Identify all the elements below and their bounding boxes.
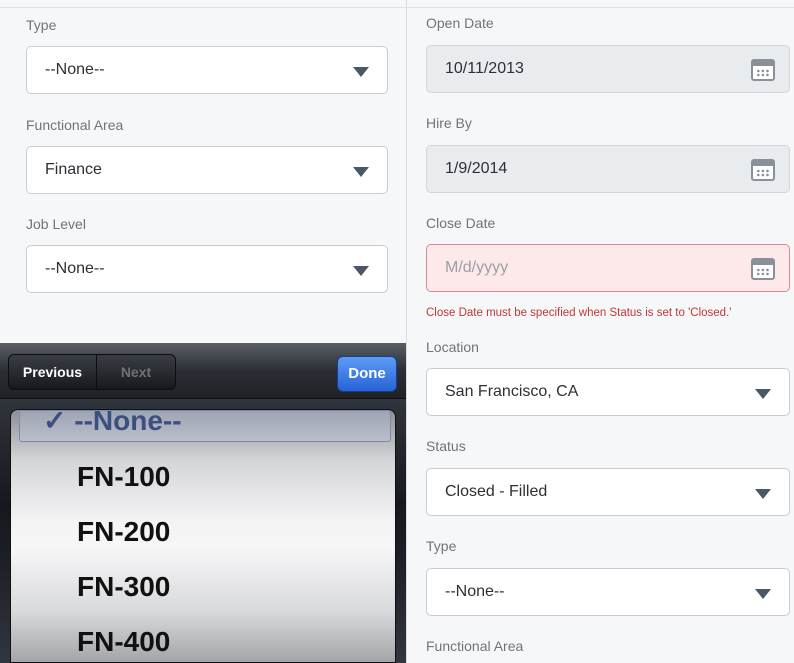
calendar-icon[interactable] [751,159,775,181]
chevron-down-icon [755,389,771,399]
functional-area-select[interactable]: Finance [26,146,388,194]
location-select[interactable]: San Francisco, CA [426,368,790,416]
picker-toolbar: Previous Next Done [0,343,406,399]
status-value: Closed - Filled [445,483,548,500]
hire-by-value: 1/9/2014 [445,160,508,177]
top-divider [0,0,406,8]
open-date-field[interactable]: 10/11/2013 [426,45,790,93]
open-date-label: Open Date [426,15,494,31]
next-button[interactable]: Next [97,355,175,389]
close-date-placeholder: M/d/yyyy [445,259,509,276]
functional-area-value: Finance [45,161,102,178]
top-divider [407,0,794,8]
hire-by-label: Hire By [426,115,472,131]
chevron-down-icon [755,589,771,599]
close-date-field[interactable]: M/d/yyyy [426,244,790,292]
picker-option[interactable]: FN-200 [77,516,170,548]
location-value: San Francisco, CA [445,383,579,400]
check-icon: ✓ [43,409,67,436]
status-label: Status [426,438,466,454]
close-date-label: Close Date [426,215,496,231]
prev-next-segment: Previous Next [8,354,176,390]
chevron-down-icon [755,489,771,499]
picker-option[interactable]: FN-300 [77,571,170,603]
option-label: --None-- [74,409,182,436]
type-value: --None-- [445,583,505,600]
status-select[interactable]: Closed - Filled [426,468,790,516]
type-select[interactable]: --None-- [26,46,388,94]
calendar-icon[interactable] [751,258,775,280]
picker-option[interactable]: FN-400 [77,626,170,658]
chevron-down-icon [353,67,369,77]
chevron-down-icon [353,266,369,276]
open-date-value: 10/11/2013 [445,60,524,77]
location-label: Location [426,339,479,355]
right-form-pane: Open Date 10/11/2013 Hire By 1/9/2014 Cl… [407,0,794,663]
hire-by-field[interactable]: 1/9/2014 [426,145,790,193]
job-level-select[interactable]: --None-- [26,245,388,293]
type-value: --None-- [45,61,105,78]
functional-area-label: Functional Area [26,117,124,133]
calendar-icon[interactable] [751,59,775,81]
previous-button[interactable]: Previous [9,355,97,389]
type-label: Type [26,17,57,33]
close-date-error: Close Date must be specified when Status… [426,307,732,319]
functional-area-label: Functional Area [426,638,524,654]
type-label: Type [426,538,457,554]
picker-option[interactable]: FN-100 [77,461,170,493]
job-level-label: Job Level [26,216,86,232]
picker-keyboard: Previous Next Done ✓ --None-- FN-100 FN-… [0,343,406,663]
picker-option-selected[interactable]: ✓ --None-- [43,409,182,437]
job-level-value: --None-- [45,260,105,277]
picker-wheel[interactable]: ✓ --None-- FN-100 FN-200 FN-300 FN-400 [10,409,396,663]
chevron-down-icon [353,167,369,177]
done-button[interactable]: Done [337,356,397,392]
type-select[interactable]: --None-- [426,568,790,616]
